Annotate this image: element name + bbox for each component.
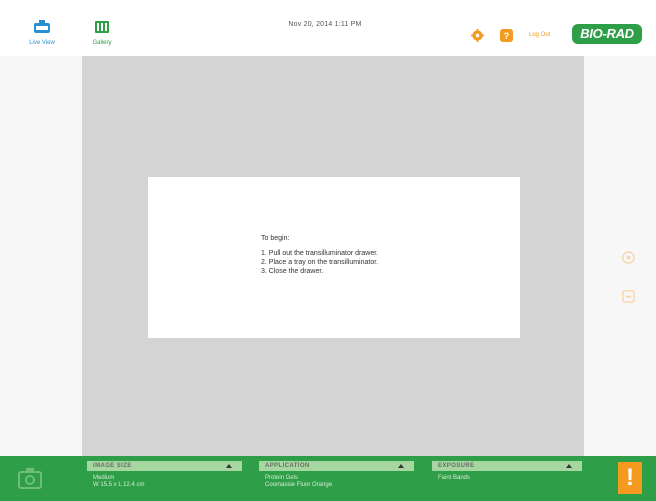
instruction-text: To begin: 1. Pull out the transilluminat… xyxy=(261,234,378,276)
instruction-intro: To begin: xyxy=(261,235,290,242)
zoom-icon[interactable] xyxy=(622,251,635,264)
camera-icon xyxy=(34,20,50,33)
application-stain: Coomassie Fluor Orange xyxy=(265,482,333,488)
annotate-icon[interactable] xyxy=(622,290,635,303)
gallery-button[interactable]: Gallery xyxy=(82,20,122,46)
date-time: Nov 20, 2014 1:11 PM xyxy=(288,21,362,28)
chevron-up-icon xyxy=(566,464,572,468)
exposure-value: Faint Bands xyxy=(438,475,471,481)
exposure-title: EXPOSURE xyxy=(438,463,475,469)
bottom-bar: IMAGE SIZE Medium W 15.5 x L 12.4 cm APP… xyxy=(0,456,656,501)
log-out-link[interactable]: Log Out xyxy=(529,32,550,38)
application-header[interactable]: APPLICATION xyxy=(259,461,414,471)
gallery-label: Gallery xyxy=(92,40,112,46)
image-size-value: Medium xyxy=(93,475,115,481)
image-size-panel: IMAGE SIZE Medium W 15.5 x L 12.4 cm xyxy=(87,461,242,501)
settings-gear-icon[interactable] xyxy=(471,29,484,42)
capture-camera-icon[interactable] xyxy=(18,467,42,489)
application-panel: APPLICATION Protein Gels Coomassie Fluor… xyxy=(259,461,414,501)
help-icon[interactable]: ? xyxy=(500,29,513,42)
top-bar: Live View Gallery Nov 20, 2014 1:11 PM ?… xyxy=(0,0,656,56)
image-size-dimensions: W 15.5 x L 12.4 cm xyxy=(93,482,145,488)
live-view-button[interactable]: Live View xyxy=(22,20,62,46)
exposure-header[interactable]: EXPOSURE xyxy=(432,461,582,471)
instruction-step: 1. Pull out the transilluminator drawer. xyxy=(261,250,379,257)
live-view-label: Live View xyxy=(29,40,55,46)
alert-icon: ! xyxy=(626,464,634,491)
chevron-up-icon xyxy=(226,464,232,468)
application-value: Protein Gels xyxy=(265,475,299,481)
chevron-up-icon xyxy=(398,464,404,468)
right-panel xyxy=(584,56,656,456)
gallery-icon xyxy=(95,21,109,33)
exposure-panel: EXPOSURE Faint Bands xyxy=(432,461,582,501)
left-panel xyxy=(0,56,82,456)
alert-button[interactable]: ! xyxy=(618,462,642,494)
application-title: APPLICATION xyxy=(265,463,310,469)
instruction-step: 2. Place a tray on the transilluminator. xyxy=(261,259,379,266)
instruction-dialog: To begin: 1. Pull out the transilluminat… xyxy=(148,177,520,338)
image-size-header[interactable]: IMAGE SIZE xyxy=(87,461,242,471)
bio-rad-logo: BIO-RAD xyxy=(572,24,642,44)
image-size-title: IMAGE SIZE xyxy=(93,463,132,469)
svg-text:?: ? xyxy=(504,31,510,41)
instruction-step: 3. Close the drawer. xyxy=(261,268,324,275)
